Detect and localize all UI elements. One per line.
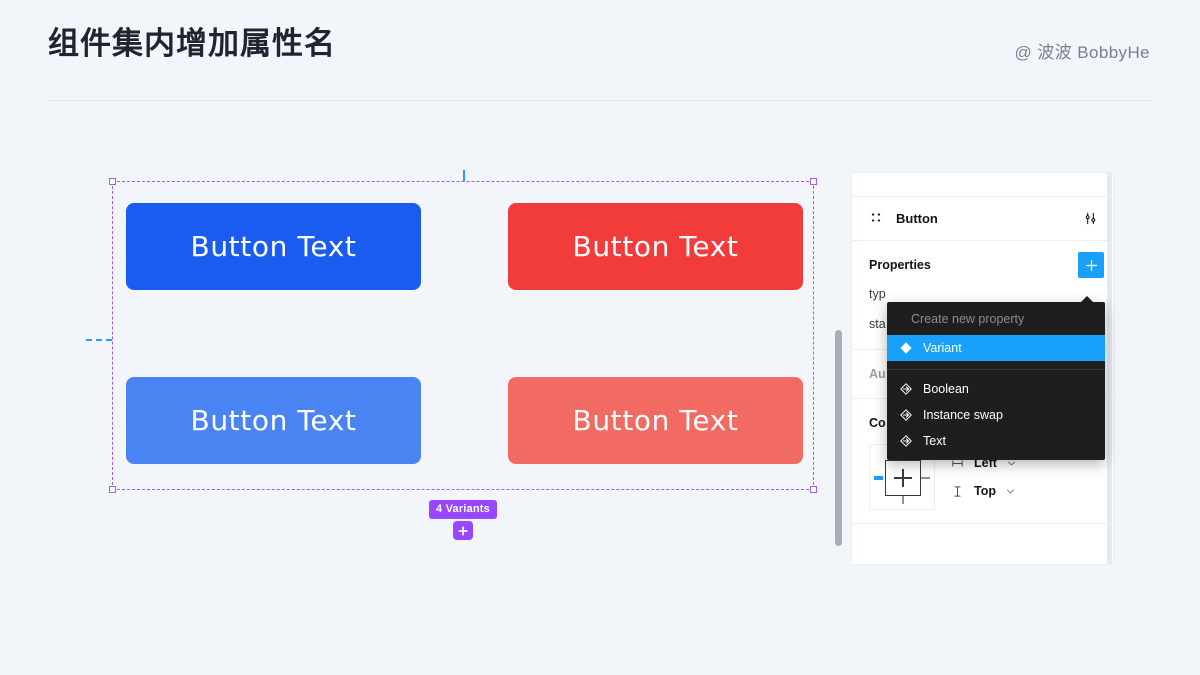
component-set-icon — [871, 212, 881, 222]
property-arrow-icon — [900, 409, 912, 421]
canvas-scrollbar-thumb[interactable] — [835, 330, 842, 546]
variant-button-label: Button Text — [572, 230, 739, 263]
add-property-button[interactable] — [1078, 252, 1104, 278]
menu-item-label: Boolean — [923, 382, 969, 396]
menu-separator — [887, 369, 1105, 370]
properties-header: Properties — [869, 252, 1104, 278]
resize-handle-top-right[interactable] — [810, 178, 817, 185]
variant-button-1[interactable]: Button Text — [126, 203, 421, 290]
page-title: 组件集内增加属性名 — [48, 26, 336, 61]
variant-button-2[interactable]: Button Text — [508, 203, 803, 290]
menu-item-label: Variant — [923, 341, 962, 355]
menu-item-instance-swap[interactable]: Instance swap — [887, 402, 1105, 428]
constraints-title: Co — [869, 416, 886, 430]
menu-item-variant[interactable]: Variant — [887, 335, 1105, 361]
resize-handle-bottom-right[interactable] — [810, 486, 817, 493]
menu-item-text[interactable]: Text — [887, 428, 1105, 454]
resize-handle-top-left[interactable] — [109, 178, 116, 185]
menu-item-label: Instance swap — [923, 408, 1003, 422]
constraints-center-v — [902, 469, 904, 487]
constraint-marker-left[interactable] — [874, 476, 883, 480]
property-arrow-icon — [900, 383, 912, 395]
plus-icon — [1085, 259, 1097, 271]
plus-icon — [458, 525, 468, 536]
create-property-menu: Create new property Variant Boolean Inst… — [887, 296, 1105, 460]
auto-layout-title: Au — [869, 367, 886, 381]
resize-handle-bottom-left[interactable] — [109, 486, 116, 493]
menu-item-boolean[interactable]: Boolean — [887, 376, 1105, 402]
component-header-row[interactable]: Button — [852, 197, 1113, 241]
vertical-constraint-icon — [954, 485, 961, 497]
constraint-marker-bottom[interactable] — [902, 496, 904, 504]
variant-count-badge[interactable]: 4 Variants — [429, 500, 497, 519]
menu-header: Create new property — [911, 312, 1025, 326]
property-row-label: sta — [869, 317, 886, 331]
menu-item-label: Text — [923, 434, 946, 448]
menu-caret — [1081, 296, 1093, 302]
alignment-guide-top — [463, 170, 465, 181]
property-arrow-icon — [900, 435, 912, 447]
panel-scrollbar-track[interactable] — [1107, 172, 1112, 565]
chevron-down-icon — [1006, 489, 1014, 494]
variant-button-label: Button Text — [190, 230, 357, 263]
constraint-vertical-dropdown[interactable]: Top — [951, 484, 1016, 498]
alignment-guide-left — [86, 339, 112, 341]
property-row-label: typ — [869, 287, 886, 301]
constraint-marker-right[interactable] — [921, 477, 930, 479]
add-variant-button[interactable] — [453, 521, 473, 540]
properties-title: Properties — [869, 258, 931, 272]
panel-top-strip — [852, 173, 1113, 197]
constraint-vertical-value: Top — [974, 484, 996, 498]
header-divider — [48, 100, 1152, 101]
variant-button-3[interactable]: Button Text — [126, 377, 421, 464]
constraints-fields: Left Top — [951, 456, 1016, 498]
variant-button-label: Button Text — [190, 404, 357, 437]
component-name: Button — [896, 211, 938, 226]
diamond-filled-icon — [900, 342, 912, 354]
author-byline: @ 波波 BobbyHe — [1014, 43, 1150, 62]
sliders-icon[interactable] — [1083, 211, 1098, 226]
slide-root: 组件集内增加属性名 @ 波波 BobbyHe Button Text Butto… — [0, 0, 1200, 675]
variant-button-label: Button Text — [572, 404, 739, 437]
variant-button-4[interactable]: Button Text — [508, 377, 803, 464]
